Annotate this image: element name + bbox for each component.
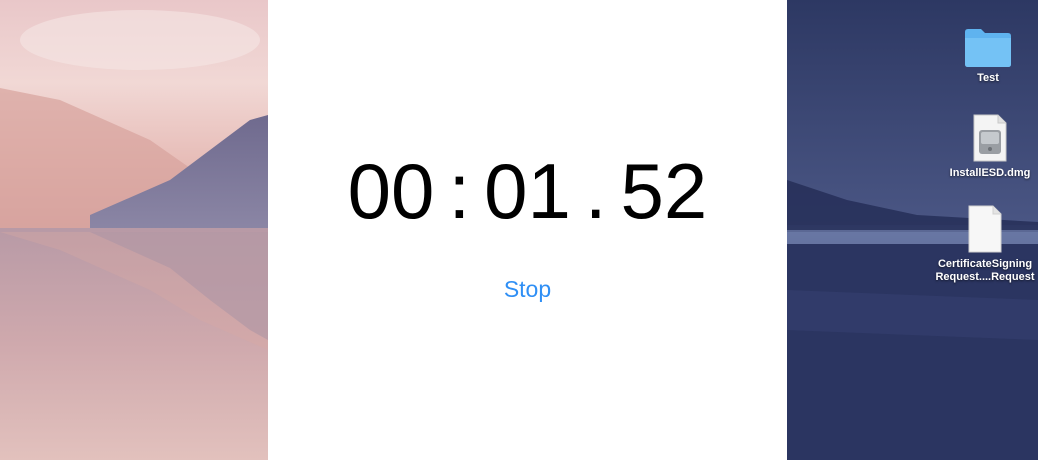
timer-separator-dot: . (584, 147, 607, 235)
desktop-item-label: InstallESD.dmg (949, 167, 1031, 179)
timer-display: 00:01. 52 (268, 146, 787, 236)
timer-minutes: 00 (347, 147, 435, 235)
document-icon (968, 205, 1002, 253)
timer-seconds: 01 (484, 147, 571, 235)
desktop-item-label-line1: CertificateSigning (937, 258, 1033, 270)
stop-button[interactable]: Stop (268, 276, 787, 303)
disk-image-icon (973, 114, 1007, 162)
timer-separator-colon: : (448, 147, 471, 235)
lake-landscape-left (0, 10, 268, 460)
desktop-item-installesd[interactable]: InstallESD.dmg (935, 113, 1038, 180)
timer-hundredths: 52 (620, 147, 708, 235)
desktop-item-label: Test (977, 72, 999, 84)
desktop-item-certificate-request[interactable]: CertificateSigning Request....Request (930, 204, 1038, 284)
desktop-item-test[interactable]: Test (933, 26, 1038, 85)
desktop-item-label-line2: Request....Request (935, 271, 1035, 283)
folder-icon (965, 29, 1011, 67)
desktop-wallpaper-left (0, 0, 268, 460)
stopwatch-window: 00:01. 52 Stop (268, 0, 787, 460)
